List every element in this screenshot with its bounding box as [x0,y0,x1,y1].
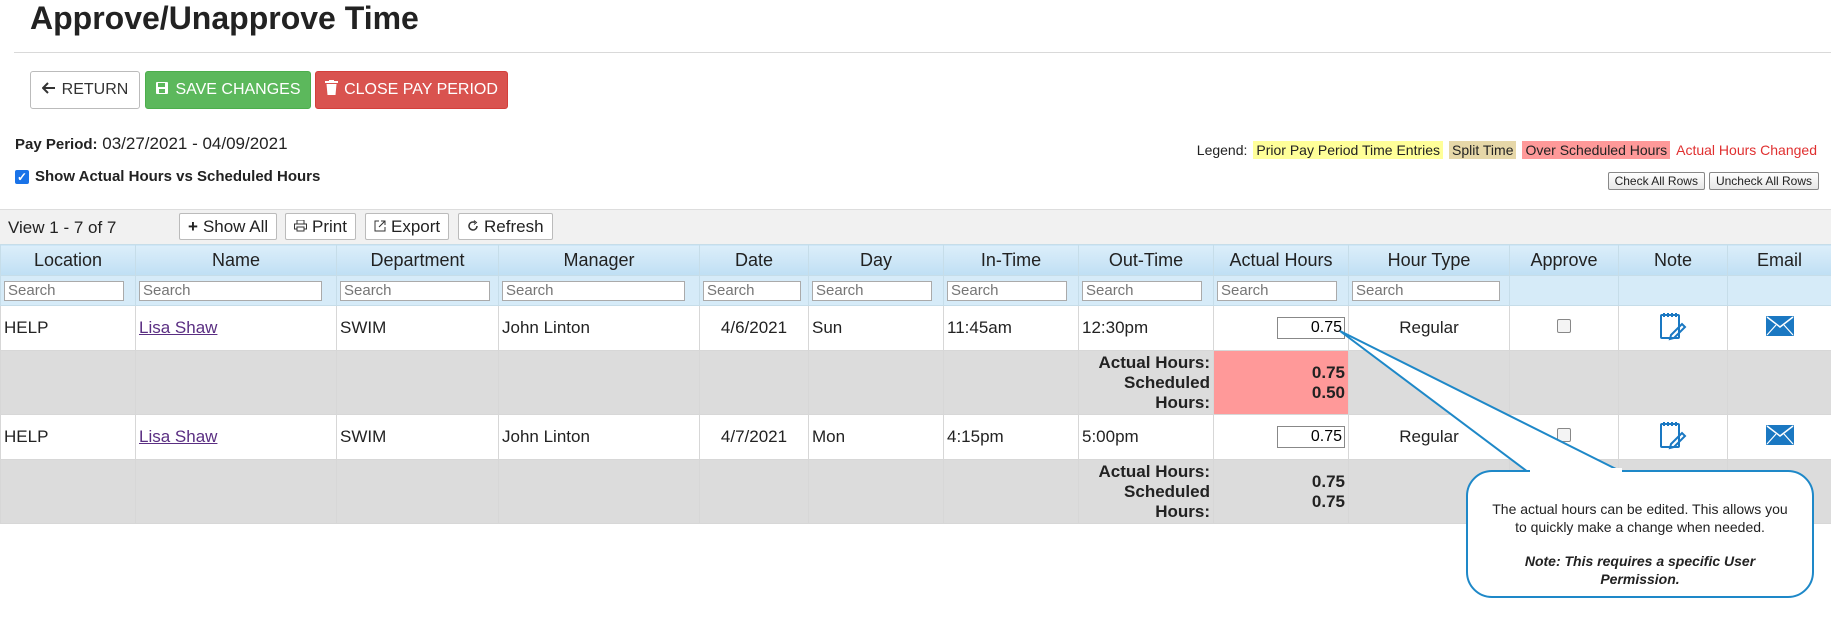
callout-note: Note: This requires a specific User Perm… [1524,553,1756,587]
callout-pointer-joint [1530,468,1622,474]
help-callout: The actual hours can be edited. This all… [1466,470,1814,598]
callout-text: The actual hours can be edited. This all… [1492,501,1788,535]
